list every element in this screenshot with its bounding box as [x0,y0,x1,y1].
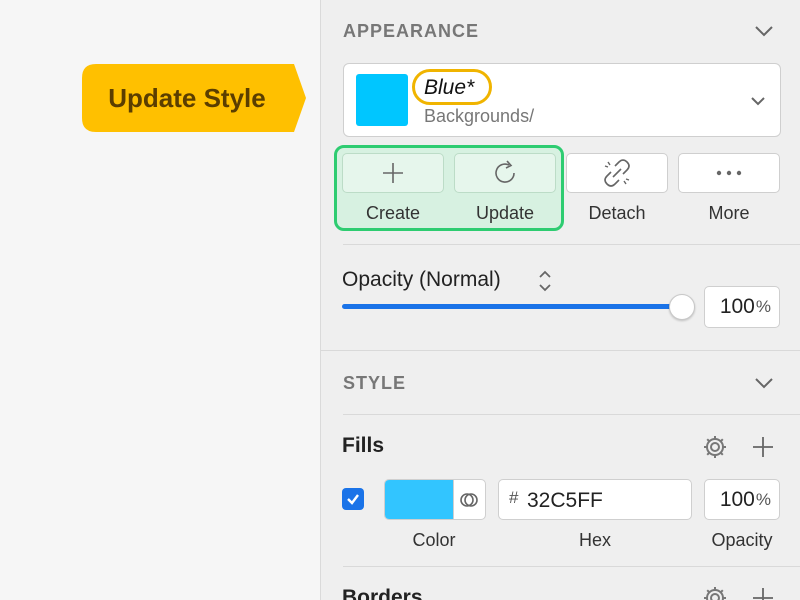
update-style-button[interactable]: Update [454,153,556,224]
divider [343,244,800,245]
detach-label: Detach [588,203,646,223]
chevron-down-icon [751,97,765,106]
add-fill-plus-icon[interactable] [751,435,775,459]
update-button-box[interactable] [454,153,556,193]
detach-style-button[interactable]: Detach [566,153,668,224]
more-label: More [708,203,750,223]
more-button[interactable]: More [678,153,780,224]
fill-color-swatch[interactable] [385,480,454,519]
divider [343,414,800,415]
blend-mode-stepper-icon[interactable] [537,268,553,294]
plus-icon [383,163,403,183]
hex-label: Hex [578,530,611,550]
color-mode-icon[interactable] [457,488,481,512]
ellipsis-icon [716,170,742,176]
style-path: Backgrounds/ [424,106,535,126]
divider [321,350,800,351]
opacity-label: Opacity [711,530,773,550]
appearance-section-title: APPEARANCE [343,21,480,41]
fill-color-well[interactable] [384,479,486,520]
gear-icon[interactable] [701,584,729,600]
style-swatch [356,74,408,126]
style-section-title: STYLE [343,373,407,393]
create-style-button[interactable]: Create [342,153,444,224]
gear-icon[interactable] [701,433,729,461]
hex-value: 32C5FF [527,489,603,512]
callout-label: Update Style [108,82,266,113]
opacity-unit: % [755,297,771,316]
shared-style-selector[interactable]: Blue* Backgrounds/ [343,63,781,137]
fill-opacity-input[interactable]: 100% [704,479,780,520]
fill-enabled-checkbox[interactable] [342,488,364,510]
hex-prefix: # [509,488,519,507]
create-button-box[interactable] [342,153,444,193]
fill-opacity-value: 100 [719,487,755,511]
refresh-icon [495,160,515,183]
update-style-callout: Update Style [82,64,306,132]
hex-input[interactable]: # 32C5FF [498,479,692,520]
detach-button-box[interactable] [566,153,668,193]
opacity-slider-thumb[interactable] [669,294,695,320]
opacity-value: 100 [719,295,755,318]
chevron-down-icon[interactable] [754,377,774,389]
checkmark-icon [347,494,359,505]
color-label: Color [412,530,456,550]
update-label: Update [475,203,535,223]
unlink-icon [604,159,630,187]
more-button-box[interactable] [678,153,780,193]
opacity-slider-track[interactable] [342,304,682,309]
style-name: Blue* [424,76,475,99]
create-label: Create [365,203,421,223]
opacity-mode-label: Opacity (Normal) [342,268,501,291]
add-border-plus-icon[interactable] [751,586,775,600]
opacity-input[interactable]: 100% [704,286,780,328]
divider [343,566,800,567]
fills-title: Fills [342,434,385,457]
borders-title: Borders [342,586,423,600]
fill-opacity-unit: % [755,489,771,509]
chevron-down-icon[interactable] [754,25,774,37]
